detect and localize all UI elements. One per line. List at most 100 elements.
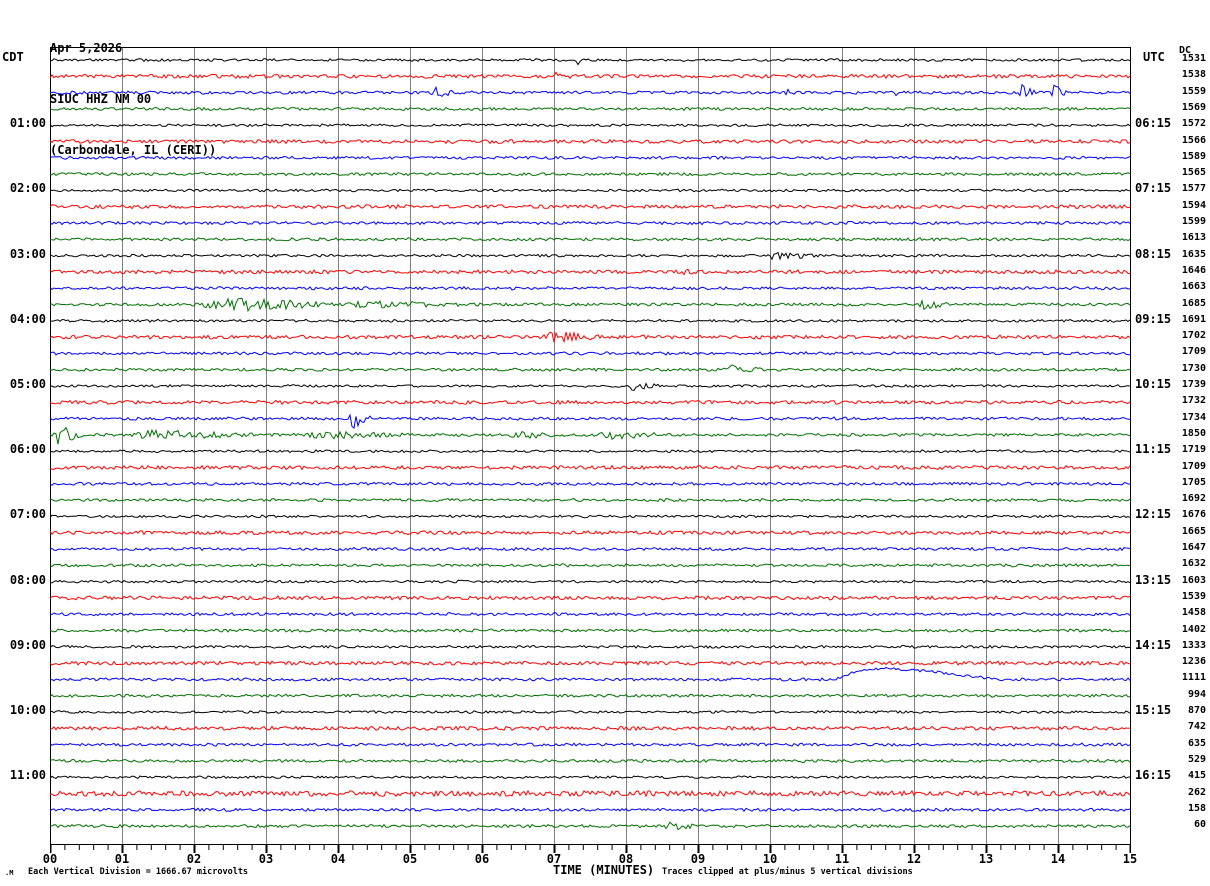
x-axis-tick-label: 11 <box>824 853 860 865</box>
left-hour-label: 08:00 <box>0 574 46 586</box>
seismo-trace-row-20 <box>50 384 1130 391</box>
seismo-trace-row-38 <box>50 668 1130 681</box>
dc-value: 1538 <box>1174 70 1206 80</box>
right-hour-label: 12:15 <box>1135 508 1179 520</box>
seismo-trace-row-10 <box>50 221 1130 224</box>
left-hour-label: 02:00 <box>0 182 46 194</box>
seismo-trace-row-8 <box>50 189 1130 192</box>
helicorder-plot <box>50 47 1131 855</box>
x-axis-title: TIME (MINUTES) <box>553 864 654 877</box>
seismo-trace-row-30 <box>50 548 1130 551</box>
dc-value: 1613 <box>1174 233 1206 243</box>
seismo-trace-row-26 <box>50 482 1130 485</box>
dc-value: 1685 <box>1174 299 1206 309</box>
seismo-trace-row-2 <box>50 85 1130 97</box>
helicorder-page: Apr 5,2026 SIUC HHZ NM 00 (Carbondale, I… <box>0 0 1210 886</box>
left-hour-label: 11:00 <box>0 769 46 781</box>
dc-value: 1632 <box>1174 559 1206 569</box>
seismo-trace-row-25 <box>50 466 1130 470</box>
x-axis-tick-label: 04 <box>320 853 356 865</box>
dc-value: 1402 <box>1174 625 1206 635</box>
seismo-trace-row-33 <box>50 596 1130 600</box>
scale-note: Each Vertical Division = 1666.67 microvo… <box>28 868 248 877</box>
dc-value: 1577 <box>1174 184 1206 194</box>
right-hour-label: 16:15 <box>1135 769 1179 781</box>
dc-value: 1635 <box>1174 250 1206 260</box>
seismo-trace-row-13 <box>50 269 1130 274</box>
dc-value: 1732 <box>1174 396 1206 406</box>
seismo-trace-row-37 <box>50 661 1130 665</box>
dc-value: 1458 <box>1174 608 1206 618</box>
x-axis-tick-label: 09 <box>680 853 716 865</box>
seismo-trace-row-22 <box>50 415 1130 428</box>
left-timezone-header: CDT <box>2 51 24 64</box>
seismo-trace-row-29 <box>50 531 1130 535</box>
dc-value: 1730 <box>1174 364 1206 374</box>
dc-value: 1734 <box>1174 413 1206 423</box>
dc-value: 60 <box>1174 820 1206 830</box>
dc-value: 1646 <box>1174 266 1206 276</box>
dc-value: 1665 <box>1174 527 1206 537</box>
right-hour-label: 08:15 <box>1135 248 1179 260</box>
seismo-trace-row-32 <box>50 580 1130 583</box>
x-axis-tick-label: 05 <box>392 853 428 865</box>
left-hour-label: 01:00 <box>0 117 46 129</box>
dc-value: 1539 <box>1174 592 1206 602</box>
seismo-trace-row-1 <box>50 72 1130 78</box>
dc-value: 1709 <box>1174 462 1206 472</box>
x-axis-tick-label: 14 <box>1040 853 1076 865</box>
x-axis-tick-label: 13 <box>968 853 1004 865</box>
dc-value: 1663 <box>1174 282 1206 292</box>
dc-value: 1236 <box>1174 657 1206 667</box>
seismo-trace-row-23 <box>50 428 1130 445</box>
seismo-trace-row-0 <box>50 59 1130 65</box>
dc-value: 1111 <box>1174 673 1206 683</box>
seismo-trace-row-39 <box>50 694 1130 697</box>
right-hour-label: 07:15 <box>1135 182 1179 194</box>
x-axis-tick-label: 12 <box>896 853 932 865</box>
seismo-trace-row-21 <box>50 400 1130 404</box>
dc-value: 529 <box>1174 755 1206 765</box>
dc-value: 870 <box>1174 706 1206 716</box>
seismo-trace-row-28 <box>50 515 1130 518</box>
left-hour-label: 06:00 <box>0 443 46 455</box>
dc-value: 1691 <box>1174 315 1206 325</box>
corner-mark: .M <box>5 870 13 877</box>
seismo-trace-row-16 <box>50 319 1130 322</box>
x-axis-tick-label: 10 <box>752 853 788 865</box>
dc-value: 262 <box>1174 788 1206 798</box>
x-axis-tick-label: 00 <box>32 853 68 865</box>
dc-value: 1702 <box>1174 331 1206 341</box>
dc-value: 1565 <box>1174 168 1206 178</box>
seismo-trace-row-11 <box>50 238 1130 241</box>
dc-value: 1647 <box>1174 543 1206 553</box>
plot-frame <box>51 48 1131 845</box>
seismo-trace-row-47 <box>50 822 1130 829</box>
left-hour-label: 04:00 <box>0 313 46 325</box>
dc-value: 742 <box>1174 722 1206 732</box>
seismo-trace-row-19 <box>50 365 1130 372</box>
left-hour-label: 10:00 <box>0 704 46 716</box>
seismo-trace-row-27 <box>50 499 1130 502</box>
seismo-trace-row-44 <box>50 776 1130 779</box>
seismo-trace-row-17 <box>50 332 1130 342</box>
clip-note: Traces clipped at plus/minus 5 vertical … <box>662 868 913 877</box>
seismo-trace-row-3 <box>50 107 1130 110</box>
seismo-trace-row-45 <box>50 791 1130 796</box>
dc-value: 1705 <box>1174 478 1206 488</box>
seismo-trace-row-24 <box>50 450 1130 453</box>
right-hour-label: 15:15 <box>1135 704 1179 716</box>
seismo-trace-row-4 <box>50 124 1130 127</box>
right-hour-label: 14:15 <box>1135 639 1179 651</box>
seismo-trace-row-42 <box>50 743 1130 746</box>
right-hour-label: 06:15 <box>1135 117 1179 129</box>
seismo-trace-row-31 <box>50 564 1130 567</box>
dc-value: 1676 <box>1174 510 1206 520</box>
dc-value: 1572 <box>1174 119 1206 129</box>
x-axis-tick-label: 01 <box>104 853 140 865</box>
x-axis-tick-label: 15 <box>1112 853 1148 865</box>
seismo-trace-row-36 <box>50 645 1130 648</box>
left-hour-label: 09:00 <box>0 639 46 651</box>
right-hour-label: 11:15 <box>1135 443 1179 455</box>
dc-value: 1719 <box>1174 445 1206 455</box>
